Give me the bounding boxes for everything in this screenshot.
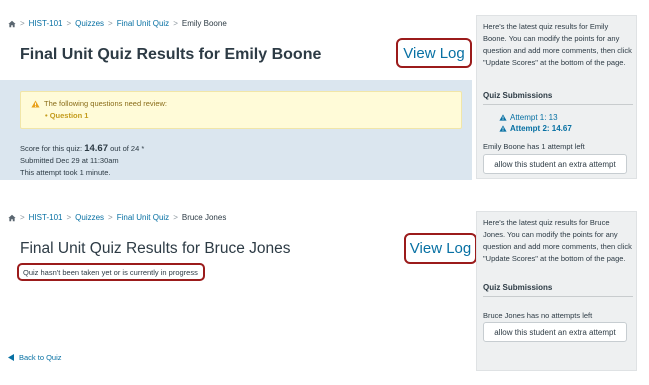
warning-text: The following questions need review: <box>44 99 167 108</box>
score-value: 14.67 <box>84 143 108 154</box>
extra-attempt-button[interactable]: allow this student an extra attempt <box>483 322 627 342</box>
chevron-right-icon: > <box>66 19 72 28</box>
quiz-submissions-heading: Quiz Submissions <box>483 283 633 297</box>
page-title: Final Unit Quiz Results for Bruce Jones <box>20 240 291 257</box>
attempt-duration: This attempt took 1 minute. <box>20 168 111 177</box>
chevron-right-icon: > <box>20 19 25 28</box>
quiz-submissions-heading: Quiz Submissions <box>483 91 633 105</box>
extra-attempt-button[interactable]: allow this student an extra attempt <box>483 154 627 174</box>
breadcrumb-course-link[interactable]: HIST-101 <box>29 19 63 28</box>
breadcrumb-quiz-link[interactable]: Final Unit Quiz <box>117 213 169 222</box>
breadcrumb-quizzes-link[interactable]: Quizzes <box>75 19 104 28</box>
warning-icon <box>31 99 40 108</box>
breadcrumb: > HIST-101 > Quizzes > Final Unit Quiz >… <box>8 19 227 28</box>
review-question-link[interactable]: Question 1 <box>50 111 89 120</box>
breadcrumb-current: Emily Boone <box>181 19 227 28</box>
back-to-quiz-link[interactable]: Back to Quiz <box>8 353 62 362</box>
submitted-time: Submitted Dec 29 at 11:30am <box>20 156 119 165</box>
view-log-link[interactable]: View Log <box>404 233 477 264</box>
home-icon[interactable] <box>8 20 16 28</box>
quiz-results-panel-emily: > HIST-101 > Quizzes > Final Unit Quiz >… <box>0 0 649 185</box>
home-icon[interactable] <box>8 214 16 222</box>
sidebar: Here's the latest quiz results for Bruce… <box>476 211 637 371</box>
score-line: Score for this quiz: 14.67 out of 24 * <box>20 143 145 154</box>
chevron-right-icon: > <box>20 213 25 222</box>
page-title: Final Unit Quiz Results for Emily Boone <box>20 46 322 63</box>
view-log-link[interactable]: View Log <box>396 38 472 68</box>
back-arrow-icon <box>8 354 14 361</box>
warning-icon <box>499 125 507 132</box>
breadcrumb-current: Bruce Jones <box>181 213 227 222</box>
breadcrumb-quizzes-link[interactable]: Quizzes <box>75 213 104 222</box>
sidebar-intro: Here's the latest quiz results for Emily… <box>483 22 632 67</box>
breadcrumb-quiz-link[interactable]: Final Unit Quiz <box>117 19 169 28</box>
attempts-left-text: Emily Boone has 1 attempt left <box>483 142 585 151</box>
chevron-right-icon: > <box>66 213 72 222</box>
attempts-left-text: Bruce Jones has no attempts left <box>483 311 593 320</box>
chevron-right-icon: > <box>173 213 178 222</box>
sidebar-intro: Here's the latest quiz results for Bruce… <box>483 218 632 263</box>
chevron-right-icon: > <box>173 19 178 28</box>
chevron-right-icon: > <box>108 19 113 28</box>
chevron-right-icon: > <box>108 213 113 222</box>
attempt-1-link[interactable]: Attempt 1: 13 <box>499 113 558 122</box>
warning-icon <box>499 114 507 121</box>
review-warning-box: The following questions need review: • Q… <box>20 91 462 129</box>
breadcrumb-course-link[interactable]: HIST-101 <box>29 213 63 222</box>
breadcrumb: > HIST-101 > Quizzes > Final Unit Quiz >… <box>8 213 226 222</box>
attempt-2-link[interactable]: Attempt 2: 14.67 <box>499 124 572 133</box>
quiz-status-message: Quiz hasn't been taken yet or is current… <box>17 263 205 281</box>
sidebar: Here's the latest quiz results for Emily… <box>476 15 637 179</box>
